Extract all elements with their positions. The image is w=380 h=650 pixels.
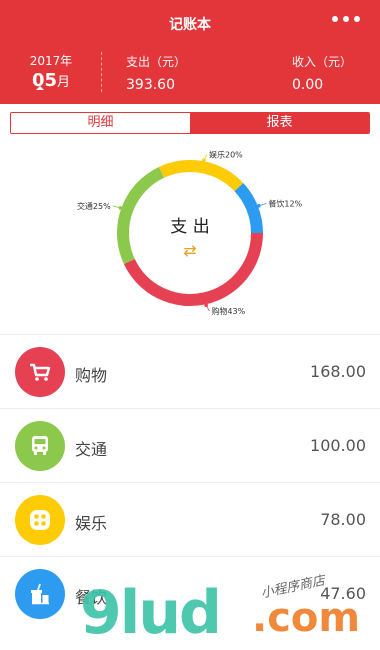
month-unit: 月 xyxy=(57,75,71,90)
food-icon xyxy=(15,569,65,619)
donut-svg: 购物43% 交通25% 娱乐20% 餐饮12% 支 出 ⇄ xyxy=(77,149,303,316)
income-summary: 收入（元） 0.00 xyxy=(292,53,352,93)
category-name: 购物 xyxy=(75,366,108,385)
list-item-shopping[interactable]: 购物 168.00 xyxy=(0,334,380,408)
year-label: 2017年 xyxy=(29,54,73,68)
bus-icon xyxy=(15,421,65,471)
category-name: 娱乐 xyxy=(75,514,108,533)
donut-label-line xyxy=(205,305,210,312)
category-amount: 100.00 xyxy=(310,436,366,455)
expense-label: 支出（元） xyxy=(126,55,187,69)
category-amount: 47.60 xyxy=(320,584,366,603)
income-value: 0.00 xyxy=(292,77,324,93)
header-divider xyxy=(101,52,102,92)
income-label: 收入（元） xyxy=(292,55,353,69)
tab-detail[interactable]: 明细 xyxy=(11,113,190,133)
category-name: 餐饮 xyxy=(75,588,108,607)
donut-label-dot xyxy=(202,158,206,163)
donut-slice-3 xyxy=(234,183,263,234)
expense-summary: 支出（元） 393.60 xyxy=(126,53,186,93)
page-title: 记账本 xyxy=(169,17,211,33)
month-label: 05月 xyxy=(28,70,74,91)
category-list: 购物 168.00 交通 100.00 娱乐 78.00 餐饮 47.60 xyxy=(0,334,380,630)
list-item-food[interactable]: 餐饮 47.60 xyxy=(0,556,380,630)
entertainment-icon xyxy=(15,495,65,545)
list-item-entertainment[interactable]: 娱乐 78.00 xyxy=(0,482,380,556)
expense-value: 393.60 xyxy=(126,77,175,93)
category-name: 交通 xyxy=(75,440,108,459)
donut-slice-2 xyxy=(158,160,244,192)
chart-center-label: 支 出 xyxy=(170,217,209,237)
view-tabs: 明细 报表 xyxy=(10,112,370,134)
date-picker[interactable]: 2017年 05月 xyxy=(28,52,74,91)
tab-report[interactable]: 报表 xyxy=(190,113,369,133)
donut-slice-1 xyxy=(117,166,165,265)
caret-up-icon xyxy=(36,86,44,90)
category-amount: 168.00 xyxy=(310,362,366,381)
more-icon[interactable] xyxy=(332,16,360,22)
expense-donut-chart: 购物43% 交通25% 娱乐20% 餐饮12% 支 出 ⇄ xyxy=(0,134,380,334)
swap-icon[interactable]: ⇄ xyxy=(183,241,196,260)
app-header: 记账本 2017年 05月 支出（元） 393.60 收入（元） 0.00 xyxy=(0,0,380,104)
donut-label-text: 娱乐20% xyxy=(209,149,243,159)
donut-label-text: 交通25% xyxy=(77,201,111,211)
cart-icon xyxy=(15,347,65,397)
category-amount: 78.00 xyxy=(320,510,366,529)
donut-label-text: 购物43% xyxy=(211,306,245,316)
list-item-transport[interactable]: 交通 100.00 xyxy=(0,408,380,482)
donut-label-text: 餐饮12% xyxy=(268,199,302,209)
